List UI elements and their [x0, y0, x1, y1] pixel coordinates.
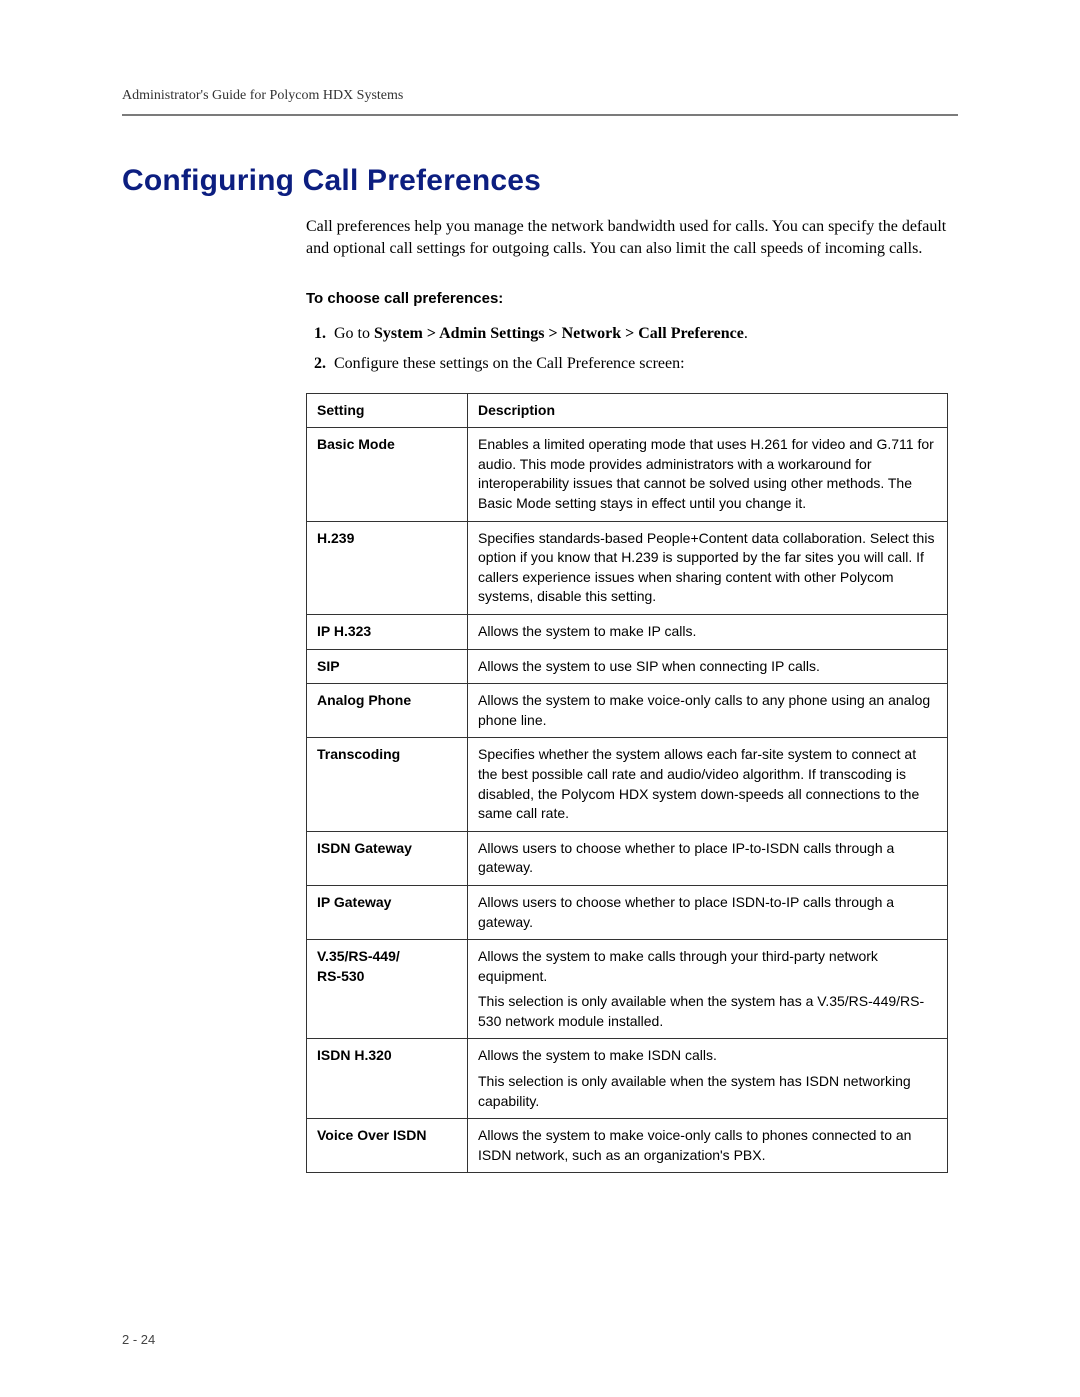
setting-name: IP Gateway [307, 885, 468, 939]
intro-paragraph: Call preferences help you manage the net… [306, 216, 948, 259]
table-row: TranscodingSpecifies whether the system … [307, 738, 948, 831]
table-row: IP H.323Allows the system to make IP cal… [307, 614, 948, 649]
settings-table: Setting Description Basic ModeEnables a … [306, 393, 948, 1174]
table-row: SIPAllows the system to use SIP when con… [307, 649, 948, 684]
step-1-suffix: . [744, 325, 748, 342]
setting-name: Voice Over ISDN [307, 1119, 468, 1173]
setting-description: Specifies whether the system allows each… [468, 738, 948, 831]
table-header-setting: Setting [307, 393, 468, 428]
running-header: Administrator's Guide for Polycom HDX Sy… [122, 88, 958, 116]
step-1: Go to System > Admin Settings > Network … [330, 323, 948, 345]
setting-description: Allows users to choose whether to place … [468, 885, 948, 939]
setting-name: ISDN H.320 [307, 1039, 468, 1119]
table-row: ISDN H.320Allows the system to make ISDN… [307, 1039, 948, 1119]
table-row: ISDN GatewayAllows users to choose wheth… [307, 831, 948, 885]
setting-description: Specifies standards-based People+Content… [468, 521, 948, 614]
page-number: 2 - 24 [122, 1332, 155, 1347]
table-row: H.239Specifies standards-based People+Co… [307, 521, 948, 614]
step-1-nav-path: System > Admin Settings > Network > Call… [374, 325, 744, 342]
setting-name: V.35/RS-449/ RS-530 [307, 940, 468, 1039]
procedure-heading: To choose call preferences: [306, 289, 948, 309]
setting-description: Allows the system to make calls through … [468, 940, 948, 1039]
setting-name: Basic Mode [307, 428, 468, 521]
step-1-prefix: Go to [334, 325, 374, 342]
setting-name: IP H.323 [307, 614, 468, 649]
setting-description: Allows users to choose whether to place … [468, 831, 948, 885]
procedure-steps: Go to System > Admin Settings > Network … [306, 323, 948, 374]
table-row: Voice Over ISDNAllows the system to make… [307, 1119, 948, 1173]
table-row: Analog PhoneAllows the system to make vo… [307, 684, 948, 738]
setting-name: Analog Phone [307, 684, 468, 738]
table-row: IP GatewayAllows users to choose whether… [307, 885, 948, 939]
setting-description: Allows the system to make voice-only cal… [468, 684, 948, 738]
setting-name: Transcoding [307, 738, 468, 831]
table-row: V.35/RS-449/ RS-530Allows the system to … [307, 940, 948, 1039]
table-row: Basic ModeEnables a limited operating mo… [307, 428, 948, 521]
setting-description: Allows the system to make voice-only cal… [468, 1119, 948, 1173]
setting-name: H.239 [307, 521, 468, 614]
setting-description: Allows the system to make IP calls. [468, 614, 948, 649]
step-2: Configure these settings on the Call Pre… [330, 353, 948, 375]
setting-name: ISDN Gateway [307, 831, 468, 885]
table-header-description: Description [468, 393, 948, 428]
section-heading: Configuring Call Preferences [122, 164, 958, 198]
setting-description: Allows the system to make ISDN calls.Thi… [468, 1039, 948, 1119]
setting-description: Allows the system to use SIP when connec… [468, 649, 948, 684]
setting-description: Enables a limited operating mode that us… [468, 428, 948, 521]
setting-name: SIP [307, 649, 468, 684]
